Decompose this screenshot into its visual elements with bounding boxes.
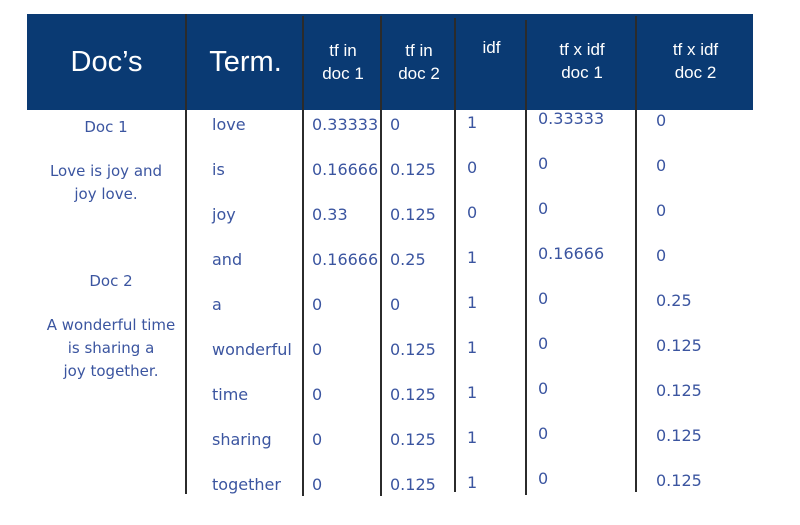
tf-doc1-cell: 0.33333 xyxy=(312,115,379,134)
header-tf-doc1-line2: doc 1 xyxy=(322,64,364,83)
tfidf-doc2-cell: 0.125 xyxy=(656,381,702,400)
column-divider xyxy=(185,14,187,494)
header-tfidf-doc2-line1: tf x idf xyxy=(672,40,719,59)
term-cell: love xyxy=(212,115,246,134)
term-cell: is xyxy=(212,160,225,179)
term-cell: time xyxy=(212,385,249,404)
idf-cell: 1 xyxy=(467,293,478,312)
tf-doc2-cell: 0.125 xyxy=(390,475,436,494)
tf-doc2-cell: 0 xyxy=(390,295,401,314)
doc1-text: Love is joy and joy love. xyxy=(26,160,186,206)
tfidf-doc2-cell: 0 xyxy=(656,111,667,130)
header-tf-doc1: tf in doc 1 xyxy=(305,14,381,110)
tfidf-doc1-cell: 0 xyxy=(538,469,549,488)
tfidf-doc1-cell: 0 xyxy=(538,199,549,218)
header-term: Term. xyxy=(209,45,282,78)
column-divider xyxy=(302,16,304,496)
header-tf-doc1-line1: tf in xyxy=(329,41,357,60)
header-docs: Doc’s xyxy=(70,45,143,78)
tf-doc1-cell: 0 xyxy=(312,430,323,449)
idf-cell: 1 xyxy=(467,383,478,402)
idf-cell: 1 xyxy=(467,248,478,267)
tf-doc2-cell: 0.125 xyxy=(390,340,436,359)
term-cell: joy xyxy=(212,205,236,224)
header-tfidf-doc2: tf x idf doc 2 xyxy=(638,14,753,112)
tfidf-doc1-cell: 0 xyxy=(538,424,549,443)
term-cell: sharing xyxy=(212,430,272,449)
tfidf-doc2-cell: 0 xyxy=(656,156,667,175)
tf-doc1-cell: 0.33 xyxy=(312,205,348,224)
header-tfidf-doc1-line1: tf x idf xyxy=(559,40,605,59)
tfidf-doc2-cell: 0.125 xyxy=(656,336,702,355)
idf-cell: 0 xyxy=(467,158,478,177)
tfidf-doc2-cell: 0.125 xyxy=(656,426,702,445)
tfidf-doc1-cell: 0 xyxy=(538,154,549,173)
tfidf-doc2-cell: 0.25 xyxy=(656,291,692,310)
doc1-text-line: joy love. xyxy=(74,185,138,203)
tf-doc1-cell: 0 xyxy=(312,340,323,359)
tf-doc2-cell: 0.25 xyxy=(390,250,426,269)
idf-cell: 1 xyxy=(467,428,478,447)
term-cell: wonderful xyxy=(212,340,292,359)
tf-doc2-cell: 0.125 xyxy=(390,430,436,449)
idf-cell: 1 xyxy=(467,338,478,357)
idf-cell: 1 xyxy=(467,113,478,132)
tf-doc1-cell: 0.16666 xyxy=(312,160,379,179)
header-idf: idf xyxy=(482,38,501,57)
column-divider xyxy=(454,18,456,492)
doc2-text-line: is sharing a xyxy=(67,339,155,357)
header-tfidf-doc2-line2: doc 2 xyxy=(674,63,717,82)
doc2-text-line: joy together. xyxy=(63,362,159,380)
tf-doc1-cell: 0 xyxy=(312,385,323,404)
tf-doc1-cell: 0.16666 xyxy=(312,250,379,269)
tf-doc1-cell: 0 xyxy=(312,295,323,314)
header-tfidf-doc1: tf x idf doc 1 xyxy=(528,14,636,112)
term-cell: and xyxy=(212,250,243,269)
doc1-text-line: Love is joy and xyxy=(49,162,163,180)
header-tfidf-doc1-line2: doc 1 xyxy=(561,63,603,82)
doc2-text: A wonderful time is sharing a joy togeth… xyxy=(31,314,191,383)
column-divider xyxy=(380,16,382,496)
term-cell: together xyxy=(212,475,281,494)
column-divider xyxy=(635,16,637,492)
tfidf-doc2-cell: 0.125 xyxy=(656,471,702,490)
header-tf-doc2-line1: tf in xyxy=(405,41,433,60)
header-tf-doc2: tf in doc 2 xyxy=(383,14,455,110)
tf-doc2-cell: 0.125 xyxy=(390,160,436,179)
doc2-text-line: A wonderful time xyxy=(46,316,176,334)
doc1-label: Doc 1 xyxy=(84,118,128,136)
tfidf-doc1-cell: 0.16666 xyxy=(538,244,605,263)
doc2-label: Doc 2 xyxy=(89,272,133,290)
column-divider xyxy=(525,20,527,495)
tf-doc2-cell: 0 xyxy=(390,115,401,134)
tfidf-doc1-cell: 0 xyxy=(538,334,549,353)
header-tf-doc2-line2: doc 2 xyxy=(398,64,440,83)
tfidf-doc1-cell: 0 xyxy=(538,379,549,398)
tfidf-doc1-cell: 0.33333 xyxy=(538,109,605,128)
tf-doc2-cell: 0.125 xyxy=(390,205,436,224)
tfidf-doc2-cell: 0 xyxy=(656,201,667,220)
idf-cell: 0 xyxy=(467,203,478,222)
idf-cell: 1 xyxy=(467,473,478,492)
tfidf-doc1-cell: 0 xyxy=(538,289,549,308)
tfidf-doc2-cell: 0 xyxy=(656,246,667,265)
tf-doc2-cell: 0.125 xyxy=(390,385,436,404)
term-cell: a xyxy=(212,295,222,314)
tf-doc1-cell: 0 xyxy=(312,475,323,494)
